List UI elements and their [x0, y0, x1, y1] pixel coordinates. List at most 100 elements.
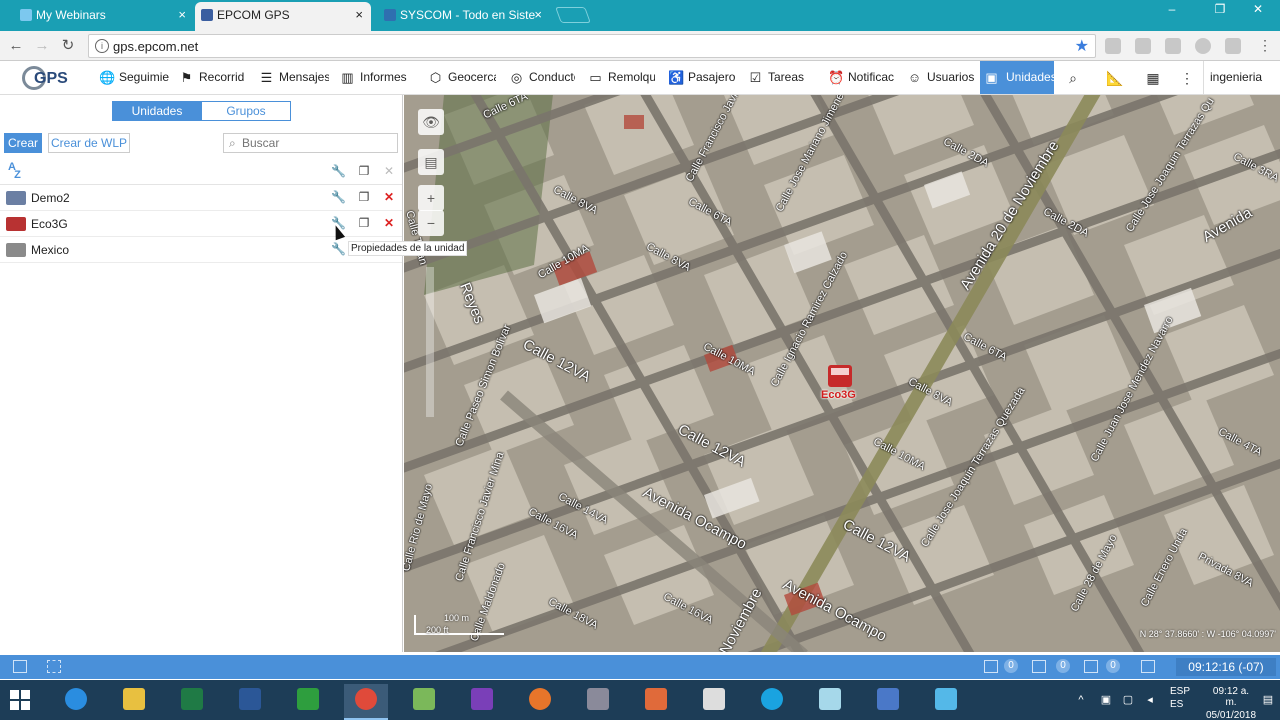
- firefox-icon[interactable]: [518, 684, 562, 720]
- new-tab-button[interactable]: [555, 7, 591, 23]
- snowflake-app-icon[interactable]: [924, 684, 968, 720]
- close-tab-icon[interactable]: ×: [534, 2, 542, 28]
- menu-usuarios[interactable]: ☺ Usuarios: [905, 61, 975, 94]
- delete-icon[interactable]: ✕: [382, 164, 396, 178]
- search-field[interactable]: ⌕: [223, 133, 398, 153]
- close-tab-icon[interactable]: ×: [355, 2, 363, 28]
- visual-studio-icon[interactable]: [460, 684, 504, 720]
- minimize-window-button[interactable]: –: [1160, 0, 1184, 20]
- chrome-icon[interactable]: [344, 684, 388, 720]
- create-button[interactable]: Crear: [4, 133, 42, 153]
- browser-menu-icon[interactable]: ⋮: [1258, 37, 1272, 54]
- site-info-icon[interactable]: i: [95, 39, 109, 53]
- system-clock[interactable]: 09:12 a. m. 05/01/2018: [1206, 686, 1256, 726]
- tab-grupos[interactable]: Grupos: [201, 101, 291, 121]
- maximize-window-button[interactable]: ❐: [1208, 0, 1232, 20]
- zoom-out-button[interactable]: −: [418, 210, 444, 236]
- menu-seguimiento[interactable]: 🌐 Seguimie: [97, 61, 169, 94]
- tray-expand-icon[interactable]: ^: [1075, 694, 1087, 706]
- skype-icon[interactable]: [750, 684, 794, 720]
- search-icon[interactable]: ⌕: [1064, 69, 1082, 87]
- copy-icon[interactable]: ❐: [357, 164, 371, 178]
- menu-notificaciones[interactable]: ⏰ Notificac: [826, 61, 896, 94]
- keyboard-layout: ES: [1170, 699, 1184, 710]
- tab-title: EPCOM GPS: [217, 8, 290, 22]
- copy-icon[interactable]: ❐: [357, 190, 371, 204]
- extension-shield-icon[interactable]: [1165, 38, 1181, 54]
- panel-toggle-icon[interactable]: [13, 660, 27, 673]
- notepad-icon[interactable]: [808, 684, 852, 720]
- volume-icon[interactable]: ◂: [1144, 694, 1156, 706]
- close-window-button[interactable]: ✕: [1246, 0, 1270, 20]
- more-menu-icon[interactable]: ⋮: [1178, 69, 1196, 87]
- tab-unidades[interactable]: Unidades: [112, 101, 202, 121]
- language-indicator[interactable]: ESP ES: [1170, 686, 1190, 726]
- menu-label: Tareas: [768, 70, 805, 84]
- layout-icon[interactable]: [1141, 660, 1155, 673]
- zoom-slider[interactable]: [426, 267, 434, 417]
- word-icon[interactable]: [228, 684, 272, 720]
- menu-remolques[interactable]: ▭ Remolqu: [586, 61, 655, 94]
- extension-pen-icon[interactable]: [1225, 38, 1241, 54]
- user-menu-button[interactable]: ingenieria ⇥: [1203, 61, 1280, 117]
- copy-icon[interactable]: ❐: [357, 216, 371, 230]
- store-icon[interactable]: [286, 684, 330, 720]
- back-arrow-icon[interactable]: ←: [6, 36, 26, 56]
- bookmark-star-icon[interactable]: ★: [1075, 36, 1089, 56]
- create-from-wlp-button[interactable]: Crear de WLP: [48, 133, 130, 153]
- extension-s-icon[interactable]: [1105, 38, 1121, 54]
- unit-marker-label[interactable]: Eco3G: [821, 389, 856, 401]
- extension-circle-icon[interactable]: [1195, 38, 1211, 54]
- delete-icon[interactable]: ✕: [382, 216, 396, 230]
- android-studio-icon[interactable]: [402, 684, 446, 720]
- grid-view-icon[interactable]: [47, 660, 61, 673]
- forward-arrow-icon[interactable]: →: [32, 36, 52, 56]
- apps-grid-icon[interactable]: ▦: [1144, 69, 1162, 87]
- ruler-icon[interactable]: 📐: [1106, 69, 1124, 87]
- unity-icon[interactable]: [692, 684, 736, 720]
- map-view[interactable]: Calle 6TA Calle Francisco Javie Calle Jo…: [404, 95, 1280, 652]
- internet-explorer-icon[interactable]: [54, 684, 98, 720]
- windows-start-icon[interactable]: [10, 690, 30, 710]
- wrench-icon[interactable]: 🔧: [331, 164, 346, 178]
- network-icon[interactable]: ▣: [1100, 694, 1112, 706]
- excel-icon[interactable]: [170, 684, 214, 720]
- search-input[interactable]: [242, 135, 392, 151]
- tab-syscom[interactable]: SYSCOM - Todo en Siste ×: [378, 2, 550, 31]
- messages-icon[interactable]: [984, 660, 998, 673]
- file-explorer-icon[interactable]: [112, 684, 156, 720]
- menu-tareas[interactable]: ☑ Tareas: [746, 61, 806, 94]
- layer-visibility-icon[interactable]: 👁: [418, 109, 444, 135]
- unit-row-demo2[interactable]: Demo2 🔧 ❐ ✕: [0, 185, 402, 211]
- unit-row-mexico[interactable]: Mexico 🔧: [0, 237, 402, 263]
- address-bar[interactable]: i gps.epcom.net ★: [88, 34, 1096, 58]
- wrench-icon[interactable]: 🔧: [331, 242, 346, 256]
- events-icon[interactable]: [1084, 660, 1098, 673]
- zoom-in-button[interactable]: +: [418, 185, 444, 211]
- menu-pasajeros[interactable]: ♿ Pasajero: [666, 61, 736, 94]
- menu-mensajes[interactable]: ☰ Mensajes: [257, 61, 329, 94]
- menu-unidades[interactable]: ▣ Unidades: [980, 61, 1054, 94]
- dotnet-icon[interactable]: [866, 684, 910, 720]
- truck-marker-icon[interactable]: [828, 365, 852, 387]
- chat-icon[interactable]: ▢: [1122, 694, 1134, 706]
- wrench-icon[interactable]: 🔧: [331, 190, 346, 204]
- reload-icon[interactable]: ↻: [58, 36, 78, 56]
- menu-informes[interactable]: ▥ Informes: [338, 61, 410, 94]
- sql-tool-icon[interactable]: [576, 684, 620, 720]
- tab-epcom-gps[interactable]: EPCOM GPS ×: [195, 2, 371, 31]
- map-type-icon[interactable]: ▤: [418, 149, 444, 175]
- paint-icon[interactable]: [634, 684, 678, 720]
- tab-my-webinars[interactable]: My Webinars ×: [14, 2, 194, 31]
- sort-az-icon[interactable]: A Z: [8, 162, 21, 181]
- action-center-icon[interactable]: ▤: [1262, 694, 1274, 706]
- menu-geocercas[interactable]: ⬡ Geocerca: [426, 61, 496, 94]
- delete-icon[interactable]: ✕: [382, 190, 396, 204]
- extension-clipboard-icon[interactable]: [1135, 38, 1151, 54]
- gps-logo[interactable]: GPS: [22, 65, 68, 91]
- menu-conductores[interactable]: ◎ Conducto: [507, 61, 575, 94]
- menu-recorridos[interactable]: ⚑ Recorrid: [177, 61, 247, 94]
- trailer-icon: ▭: [589, 70, 602, 85]
- notifications-icon[interactable]: [1032, 660, 1046, 673]
- close-tab-icon[interactable]: ×: [178, 2, 186, 28]
